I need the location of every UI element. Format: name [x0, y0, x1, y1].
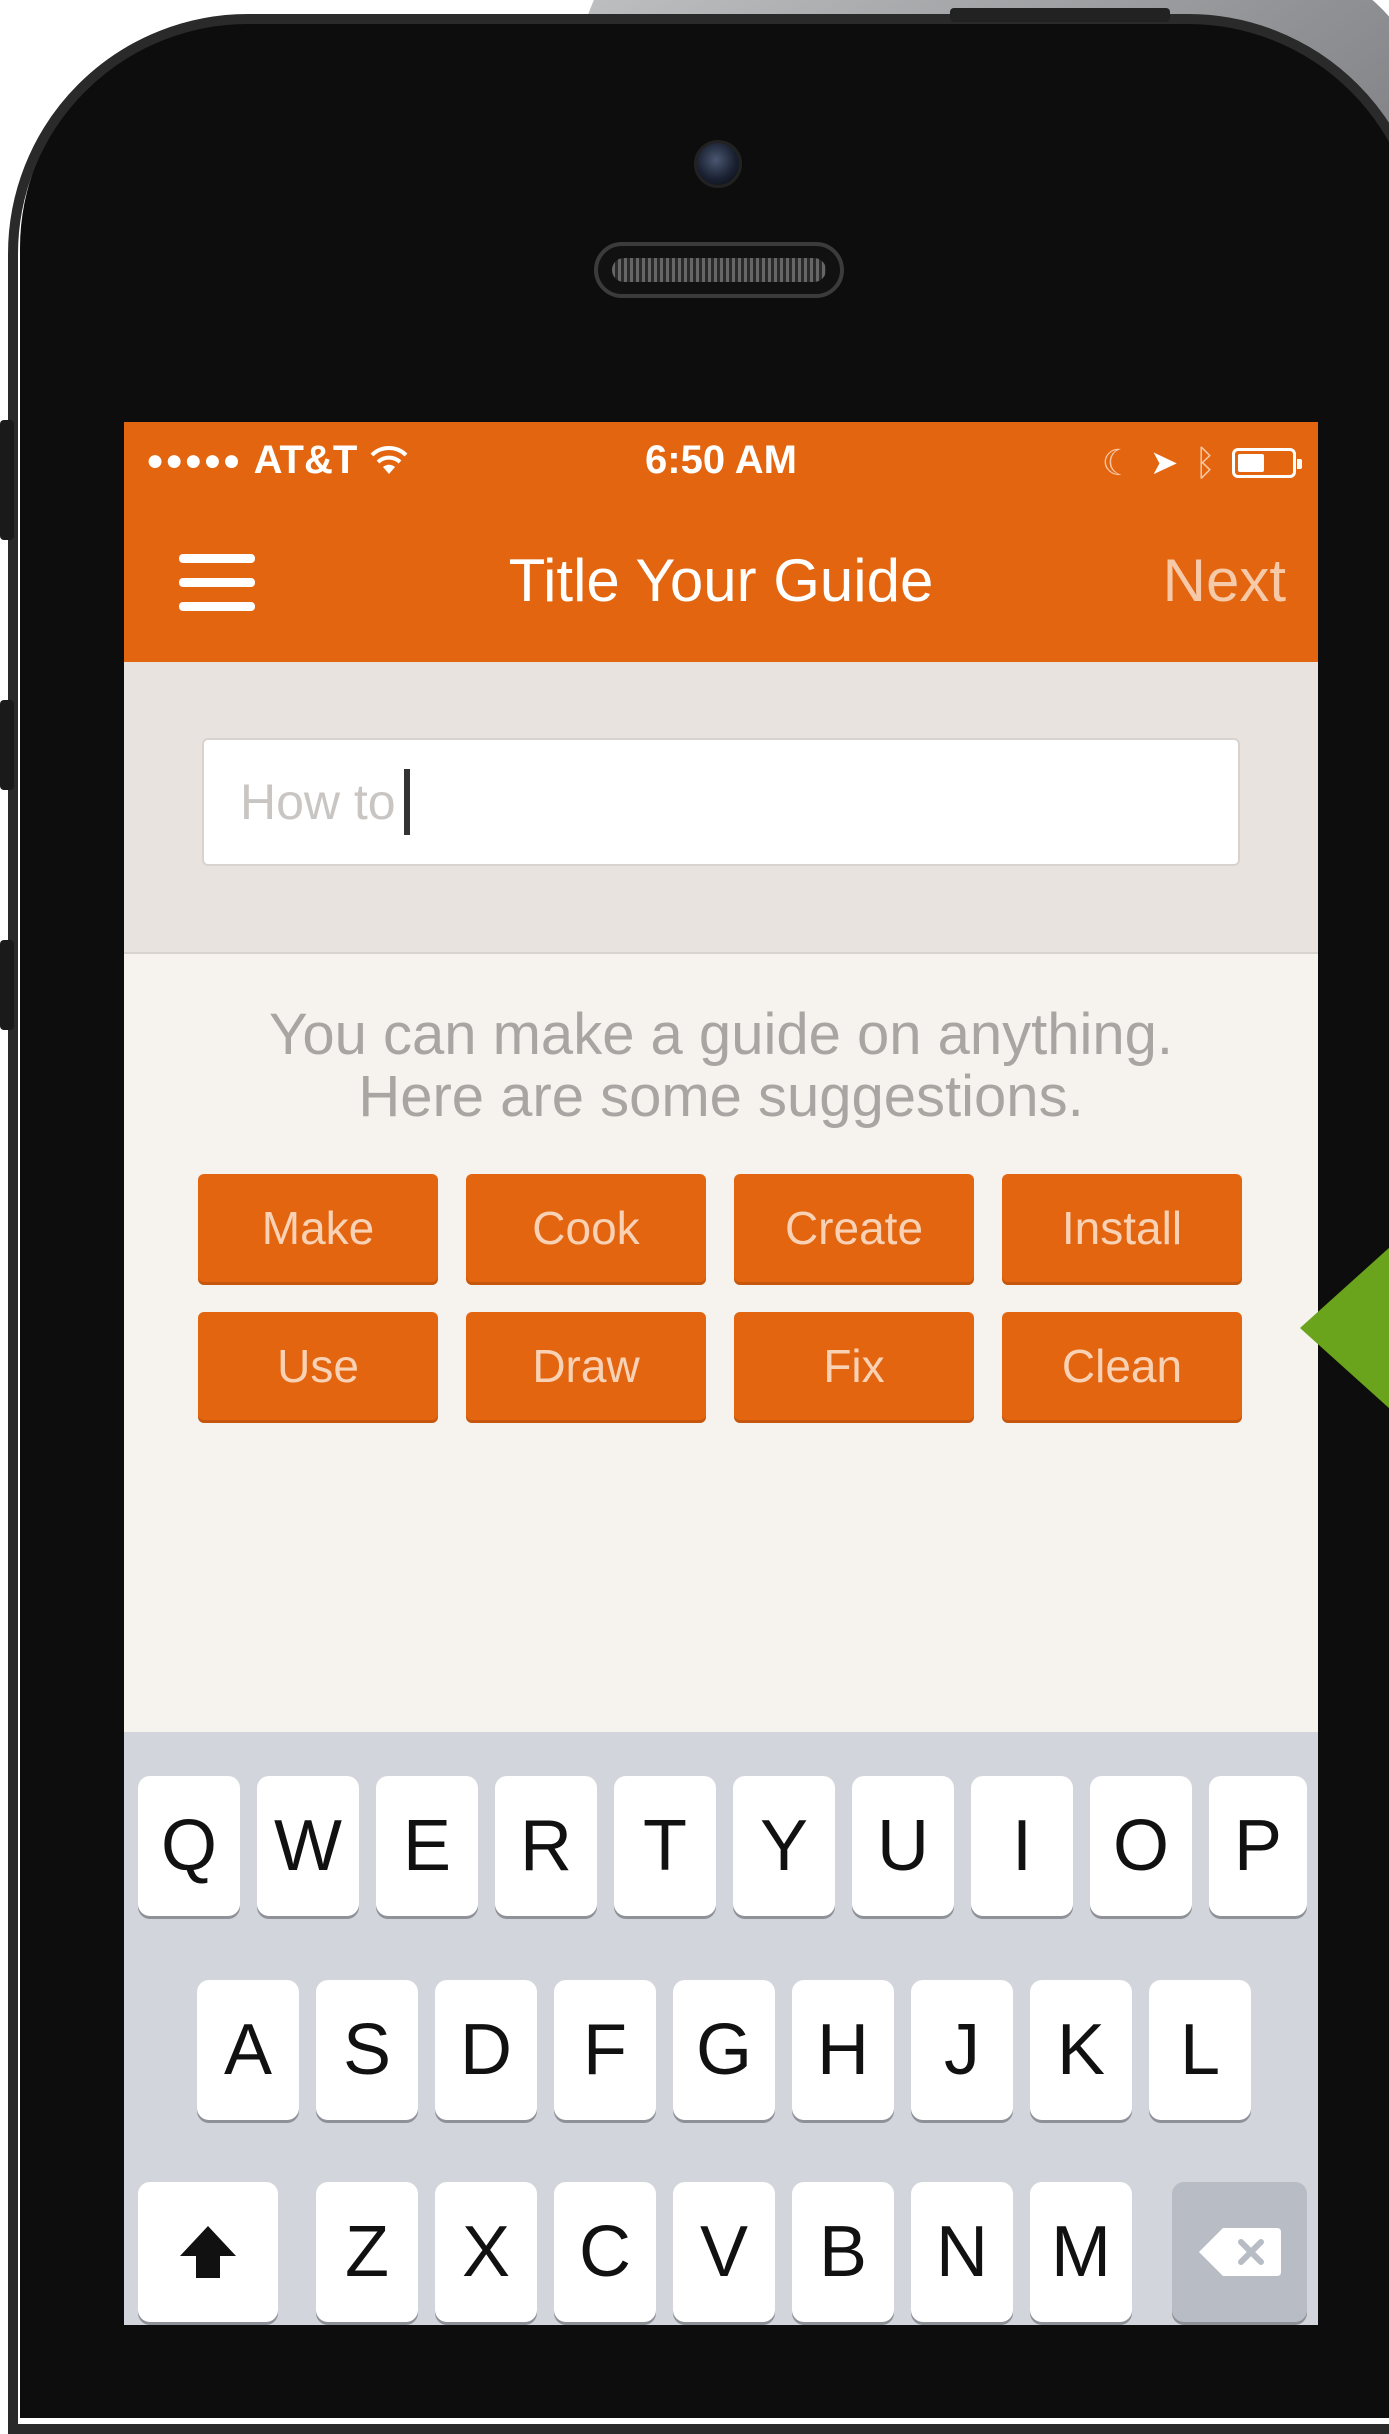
key-u[interactable]: U	[852, 1776, 954, 1916]
bluetooth-icon: ᛒ	[1194, 442, 1216, 483]
key-p[interactable]: P	[1209, 1776, 1307, 1916]
volume-down-button	[0, 940, 14, 1030]
text-caret	[403, 769, 410, 835]
chip-clean[interactable]: Clean	[1002, 1312, 1242, 1420]
next-button[interactable]: Next	[1163, 546, 1286, 615]
key-g[interactable]: G	[673, 1980, 775, 2120]
chip-make[interactable]: Make	[198, 1174, 438, 1282]
key-b[interactable]: B	[792, 2182, 894, 2322]
key-e[interactable]: E	[376, 1776, 478, 1916]
keyboard: Q W E R T Y U I O P A S D F G H J K L Z …	[124, 1732, 1318, 2325]
chip-install[interactable]: Install	[1002, 1174, 1242, 1282]
key-q[interactable]: Q	[138, 1776, 240, 1916]
battery-icon	[1232, 448, 1302, 478]
chip-cook[interactable]: Cook	[466, 1174, 706, 1282]
key-k[interactable]: K	[1030, 1980, 1132, 2120]
key-l[interactable]: L	[1149, 1980, 1251, 2120]
backspace-icon	[1198, 2228, 1281, 2276]
guide-title-input[interactable]: How to	[202, 738, 1240, 866]
key-w[interactable]: W	[257, 1776, 359, 1916]
key-y[interactable]: Y	[733, 1776, 835, 1916]
key-h[interactable]: H	[792, 1980, 894, 2120]
volume-up-button	[0, 700, 14, 790]
key-a[interactable]: A	[197, 1980, 299, 2120]
chip-draw[interactable]: Draw	[466, 1312, 706, 1420]
suggestion-line-2: Here are some suggestions.	[358, 1064, 1084, 1129]
power-button	[950, 8, 1170, 22]
title-input-area: How to	[124, 662, 1318, 954]
location-arrow-icon: ➤	[1149, 444, 1179, 482]
key-r[interactable]: R	[495, 1776, 597, 1916]
suggestion-message: You can make a guide on anything. Here a…	[124, 1004, 1318, 1128]
chip-fix[interactable]: Fix	[734, 1312, 974, 1420]
key-v[interactable]: V	[673, 2182, 775, 2322]
suggestion-line-1: You can make a guide on anything.	[269, 1002, 1173, 1067]
key-i[interactable]: I	[971, 1776, 1073, 1916]
status-icons: ☾ ➤ ᛒ	[1101, 442, 1302, 484]
key-o[interactable]: O	[1090, 1776, 1192, 1916]
chip-use[interactable]: Use	[198, 1312, 438, 1420]
key-c[interactable]: C	[554, 2182, 656, 2322]
key-n[interactable]: N	[911, 2182, 1013, 2322]
key-s[interactable]: S	[316, 1980, 418, 2120]
key-z[interactable]: Z	[316, 2182, 418, 2322]
nav-bar: Title Your Guide Next	[124, 502, 1318, 662]
status-bar: ●●●●● AT&T 6:50 AM ☾ ➤ ᛒ	[124, 422, 1318, 502]
shift-key[interactable]	[138, 2182, 278, 2322]
callout-arrow	[1300, 1238, 1389, 1418]
chip-create[interactable]: Create	[734, 1174, 974, 1282]
key-f[interactable]: F	[554, 1980, 656, 2120]
guide-title-placeholder: How to	[240, 774, 396, 830]
key-d[interactable]: D	[435, 1980, 537, 2120]
front-camera-icon	[694, 140, 742, 188]
shift-arrow-icon	[180, 2226, 236, 2278]
key-x[interactable]: X	[435, 2182, 537, 2322]
mute-switch	[0, 420, 14, 540]
delete-key[interactable]	[1172, 2182, 1307, 2322]
page-title: Title Your Guide	[508, 547, 934, 614]
earpiece-speaker	[594, 242, 844, 298]
key-t[interactable]: T	[614, 1776, 716, 1916]
moon-icon: ☾	[1101, 442, 1134, 483]
key-j[interactable]: J	[911, 1980, 1013, 2120]
key-m[interactable]: M	[1030, 2182, 1132, 2322]
app-screen: ●●●●● AT&T 6:50 AM ☾ ➤ ᛒ Title Your Guid…	[124, 422, 1318, 2325]
